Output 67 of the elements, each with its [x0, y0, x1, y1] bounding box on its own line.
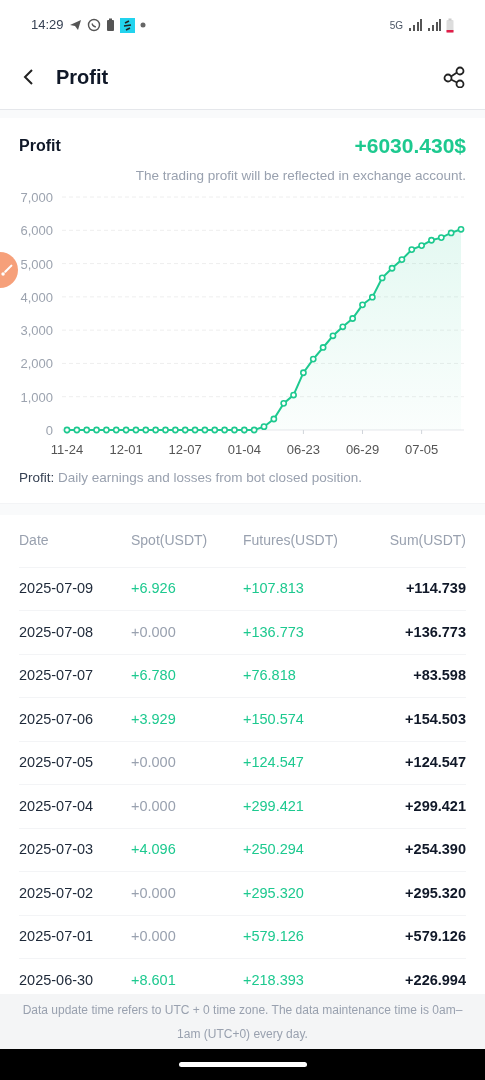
- date-cell-text: 2025-07-09: [19, 579, 95, 599]
- axis-label: 7,000: [20, 189, 53, 205]
- sum-cell-text: +114.739: [404, 579, 466, 599]
- sum-cell-text: +299.421: [404, 796, 466, 816]
- date-cell-text: 2025-07-02: [19, 883, 95, 903]
- date-cell-text: 2025-07-08: [19, 622, 95, 642]
- sum-cell-text: +295.320: [404, 883, 466, 903]
- axis-label: 3,000: [20, 322, 53, 338]
- spot-cell-text: +0.000: [131, 883, 177, 903]
- spot-cell-text: +6.926: [131, 579, 177, 599]
- page-title: Profit: [56, 64, 109, 90]
- spot-cell-text: +4.096: [131, 840, 177, 860]
- axis-label: 11-24: [50, 441, 84, 457]
- sum-cell-text: +579.126: [404, 927, 466, 947]
- profit-total: +6030.430$: [354, 133, 466, 159]
- sum-cell-text: +136.773: [404, 622, 466, 642]
- network-label: 5G: [389, 18, 403, 33]
- spot-cell-text: +0.000: [131, 927, 177, 947]
- date-cell-text: 2025-07-06: [19, 709, 95, 729]
- sum-cell-text: +124.547: [404, 753, 466, 773]
- date-cell-text: 2025-07-01: [19, 927, 95, 947]
- date-cell-text: 2025-07-03: [19, 840, 95, 860]
- futures-cell-text: +150.574: [243, 709, 305, 729]
- futures-cell-text: +295.320: [243, 883, 305, 903]
- axis-label: 12-07: [168, 441, 202, 457]
- futures-cell-text: +218.393: [243, 970, 305, 990]
- futures-cell-text: +579.126: [243, 927, 305, 947]
- axis-label: 2,000: [20, 356, 53, 372]
- spot-cell-text: +0.000: [131, 796, 177, 816]
- profit-note: The trading profit will be reflected in exchange account.: [135, 166, 466, 185]
- spot-cell-text: +0.000: [131, 622, 177, 642]
- axis-label: 12-01: [109, 441, 143, 457]
- spot-cell-text: +3.929: [131, 709, 177, 729]
- axis-label: 01-04: [227, 441, 261, 457]
- axis-label: 06-23: [286, 441, 320, 457]
- futures-cell-text: +299.421: [243, 796, 305, 816]
- futures-cell-text: +76.818: [243, 666, 297, 686]
- column-header: Spot(USDT): [131, 531, 209, 551]
- futures-cell-text: +250.294: [243, 840, 305, 860]
- axis-label: 6,000: [20, 223, 53, 239]
- column-header: Futures(USDT): [243, 531, 339, 551]
- axis-label: 06-29: [345, 441, 380, 457]
- date-cell-text: 2025-07-04: [19, 796, 95, 816]
- axis-label: 1,000: [20, 389, 53, 405]
- spot-cell-text: +6.780: [131, 666, 177, 686]
- sum-cell-text: +83.598: [412, 666, 466, 686]
- status-time: 14:29: [31, 16, 64, 35]
- futures-cell-text: +136.773: [243, 622, 305, 642]
- futures-cell-text: +107.813: [243, 579, 305, 599]
- column-header: Date: [19, 531, 50, 551]
- sum-cell-text: +226.994: [404, 970, 466, 990]
- footer-note: Data update time refers to UTC + 0 time zone. The data maintenance time is 0am–1am (UTC+0) every day.: [22, 1003, 463, 1041]
- column-header: Sum(USDT): [388, 531, 466, 551]
- axis-label: 0: [45, 422, 53, 438]
- spot-cell-text: +8.601: [131, 970, 177, 990]
- axis-label: 4,000: [20, 289, 53, 305]
- chart-legend: Profit: Daily earnings and losses from bot closed position.: [19, 469, 362, 485]
- date-cell-text: 2025-07-05: [19, 753, 95, 773]
- futures-cell-text: +124.547: [243, 753, 305, 773]
- profit-label: Profit: [19, 135, 61, 156]
- date-cell-text: 2025-06-30: [19, 970, 95, 990]
- date-cell-text: 2025-07-07: [19, 666, 95, 686]
- sum-cell-text: +154.503: [404, 709, 466, 729]
- sum-cell-text: +254.390: [404, 840, 466, 860]
- axis-label: 07-05: [405, 441, 439, 457]
- spot-cell-text: +0.000: [131, 753, 177, 773]
- axis-label: 5,000: [20, 256, 53, 272]
